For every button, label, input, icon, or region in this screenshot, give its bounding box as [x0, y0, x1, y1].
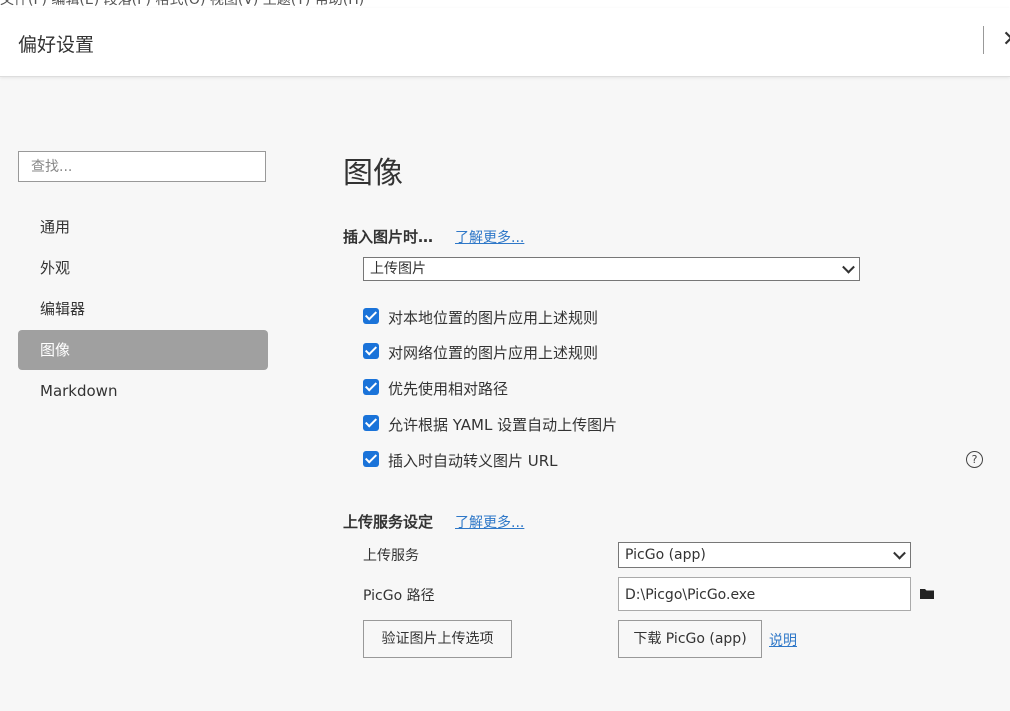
download-picgo-button[interactable]: 下载 PicGo (app) — [618, 620, 762, 658]
explain-link[interactable]: 说明 — [769, 630, 797, 650]
checkbox-relative-path[interactable] — [363, 379, 379, 395]
chevron-down-icon — [893, 546, 906, 560]
page-title: 图像 — [343, 156, 403, 191]
menu-bar-text: 文件(F) 编辑(E) 段落(P) 格式(O) 视图(V) 主题(T) 帮助(H… — [0, 0, 365, 8]
checkbox-label: 对网络位置的图片应用上述规则 — [388, 344, 599, 362]
menu-bar-strip: 文件(F) 编辑(E) 段落(P) 格式(O) 视图(V) 主题(T) 帮助(H… — [0, 0, 1010, 8]
upload-service-select[interactable]: PicGo (app) — [618, 542, 911, 568]
insert-image-action-value: 上传图片 — [370, 261, 426, 277]
sidebar-item-editor[interactable]: 编辑器 — [18, 289, 268, 329]
window-title: 偏好设置 — [18, 34, 95, 56]
sidebar-item-image[interactable]: 图像 — [18, 330, 268, 370]
preferences-header: 偏好设置 ✕ — [0, 8, 1010, 77]
sidebar-item-appearance[interactable]: 外观 — [18, 248, 268, 288]
upload-learn-more-link[interactable]: 了解更多... — [455, 512, 524, 532]
checkbox-label: 允许根据 YAML 设置自动上传图片 — [388, 416, 618, 434]
header-divider — [983, 26, 984, 54]
checkbox-local-rules[interactable] — [363, 308, 379, 324]
chevron-down-icon — [842, 260, 855, 274]
insert-learn-more-link[interactable]: 了解更多... — [455, 227, 524, 247]
search-input[interactable] — [18, 151, 266, 182]
checkbox-yaml-upload[interactable] — [363, 415, 379, 431]
checkbox-label: 对本地位置的图片应用上述规则 — [388, 309, 599, 327]
picgo-path-label: PicGo 路径 — [363, 588, 435, 604]
checkbox-label: 插入时自动转义图片 URL — [388, 452, 558, 470]
upload-service-value: PicGo (app) — [625, 547, 706, 563]
sidebar-item-general[interactable]: 通用 — [18, 207, 268, 247]
close-icon[interactable]: ✕ — [1002, 26, 1010, 54]
checkbox-escape-url[interactable] — [363, 451, 379, 467]
sidebar-item-markdown[interactable]: Markdown — [18, 371, 268, 411]
verify-upload-button[interactable]: 验证图片上传选项 — [363, 620, 512, 658]
folder-icon[interactable] — [920, 588, 934, 599]
help-circle-icon[interactable]: ? — [966, 451, 983, 468]
insert-image-section-label: 插入图片时… — [343, 228, 434, 246]
checkbox-network-rules[interactable] — [363, 343, 379, 359]
upload-service-section-label: 上传服务设定 — [343, 513, 434, 531]
upload-service-label: 上传服务 — [363, 548, 419, 564]
picgo-path-field[interactable]: D:\Picgo\PicGo.exe — [618, 577, 911, 611]
insert-image-action-select[interactable]: 上传图片 — [363, 257, 860, 281]
checkbox-label: 优先使用相对路径 — [388, 380, 509, 398]
